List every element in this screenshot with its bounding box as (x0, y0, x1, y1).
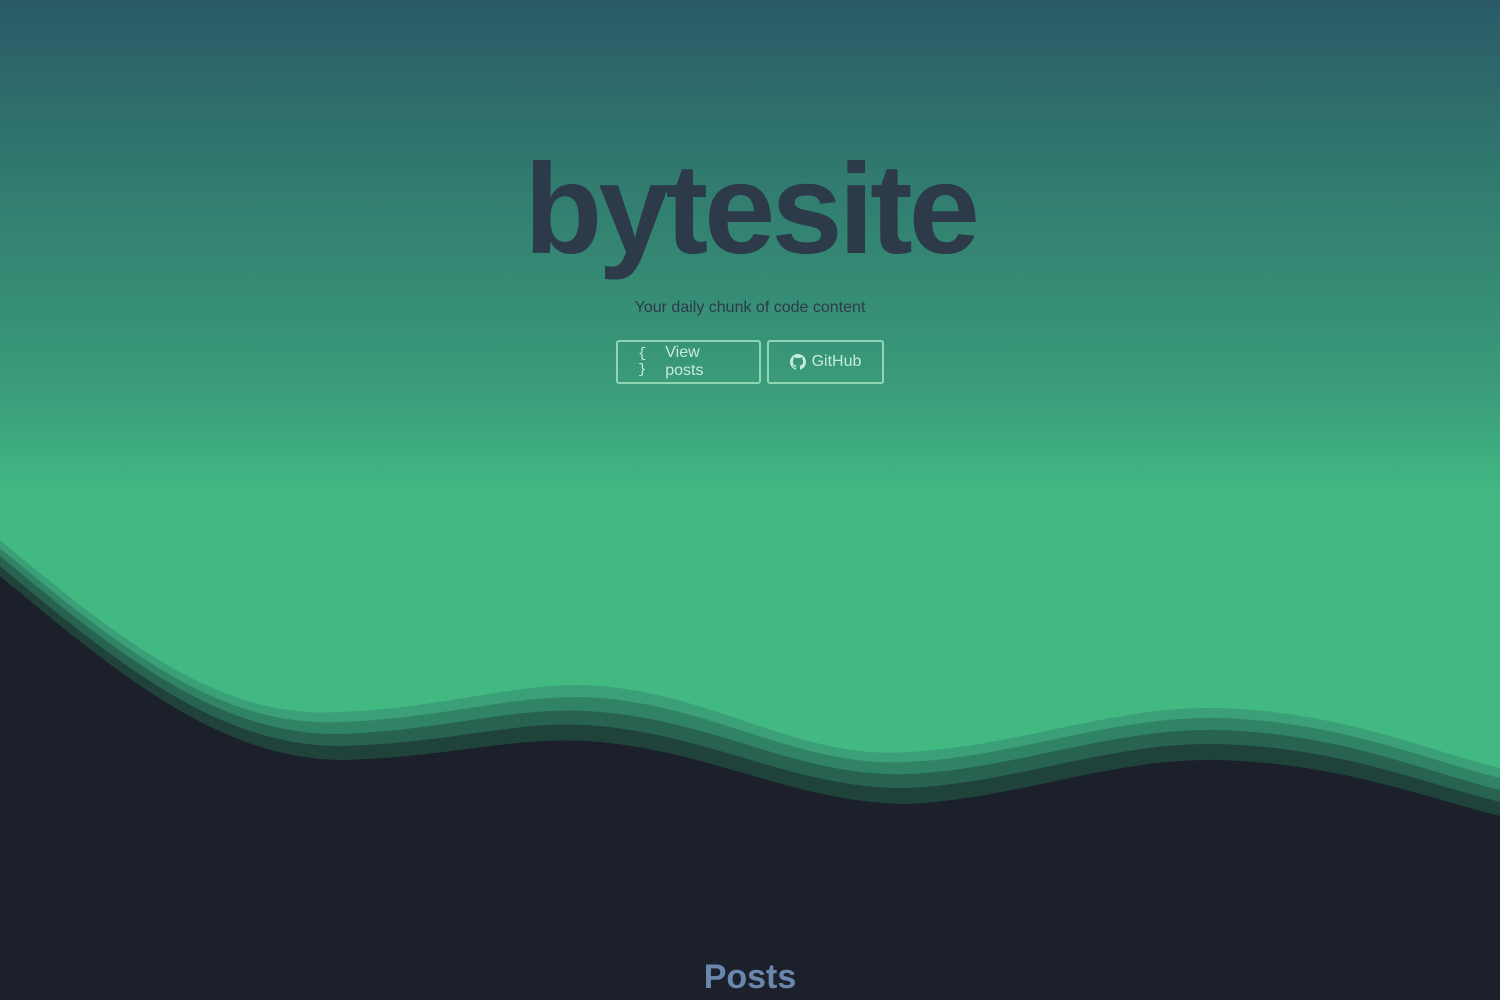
github-label: GitHub (811, 353, 862, 370)
hero-buttons: { } View posts GitHub (0, 340, 1500, 384)
site-title: bytesite (524, 138, 980, 281)
page: bytesite Your daily chunk of code conten… (0, 0, 1500, 1000)
braces-icon: { } (638, 346, 646, 378)
github-icon (789, 354, 806, 370)
github-button[interactable]: GitHub (767, 340, 884, 384)
site-tagline: Your daily chunk of code content (634, 299, 866, 316)
view-posts-label: View posts (665, 344, 704, 379)
posts-heading: Posts (703, 958, 797, 996)
view-posts-button[interactable]: { } View posts (616, 340, 761, 384)
